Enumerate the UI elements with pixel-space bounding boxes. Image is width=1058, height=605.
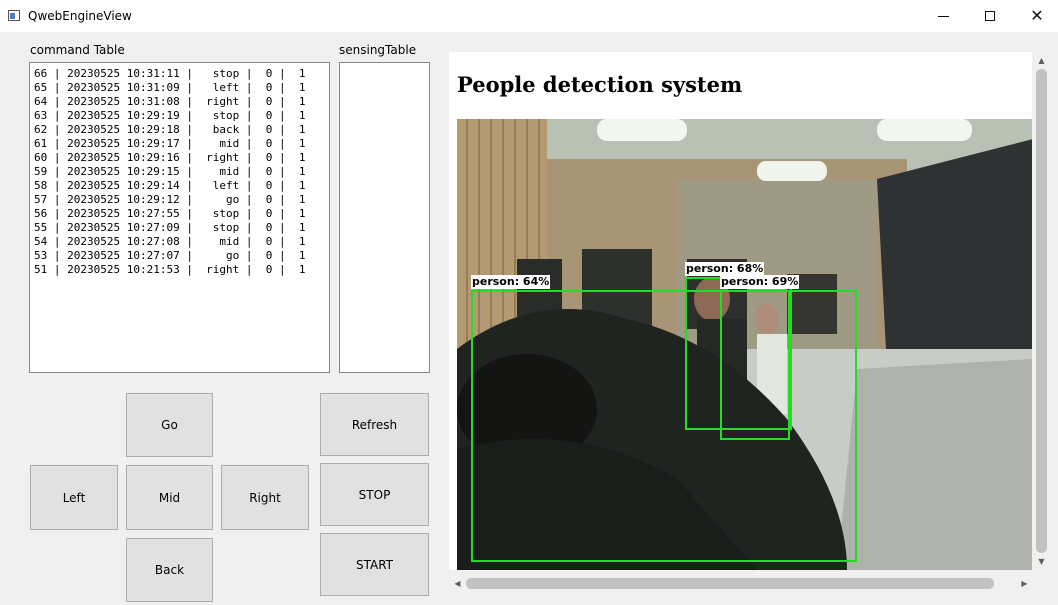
vertical-scroll-thumb[interactable] [1036,69,1047,553]
app-window-icon [8,10,20,21]
table-row[interactable]: 64 | 20230525 10:31:08 | right | 0 | 1 [34,95,329,109]
table-row[interactable]: 51 | 20230525 10:21:53 | right | 0 | 1 [34,263,329,277]
minimize-button[interactable] [920,0,966,32]
go-button[interactable]: Go [126,393,213,457]
maximize-icon [985,11,995,21]
detection-label: person: 64% [471,275,551,289]
scroll-left-icon[interactable]: ◀ [449,575,466,592]
table-row[interactable]: 63 | 20230525 10:29:19 | stop | 0 | 1 [34,109,329,123]
horizontal-scrollbar[interactable]: ◀ ▶ [449,575,1033,592]
title-bar: QwebEngineView ✕ [0,0,1058,32]
command-table-label: command Table [30,43,125,57]
web-view[interactable]: People detection system person: 64% pers… [449,52,1032,570]
table-row[interactable]: 53 | 20230525 10:27:07 | go | 0 | 1 [34,249,329,263]
mid-button[interactable]: Mid [126,465,213,530]
horizontal-scroll-thumb[interactable] [466,578,994,589]
minimize-icon [937,15,949,17]
scroll-right-icon[interactable]: ▶ [1016,575,1033,592]
table-row[interactable]: 66 | 20230525 10:31:11 | stop | 0 | 1 [34,67,329,81]
vertical-scrollbar[interactable]: ▲ ▼ [1033,52,1050,570]
close-icon: ✕ [1030,6,1044,25]
detection-box [720,290,790,440]
left-button[interactable]: Left [30,465,118,530]
page-title: People detection system [457,72,743,97]
command-table[interactable]: 66 | 20230525 10:31:11 | stop | 0 | 1 65… [29,62,330,373]
maximize-button[interactable] [967,0,1013,32]
scroll-down-icon[interactable]: ▼ [1033,553,1050,570]
table-row[interactable]: 62 | 20230525 10:29:18 | back | 0 | 1 [34,123,329,137]
start-button[interactable]: START [320,533,429,596]
right-button[interactable]: Right [221,465,309,530]
detection-label: person: 69% [720,275,800,289]
back-button[interactable]: Back [126,538,213,602]
sensing-table-label: sensingTable [339,43,417,57]
table-row[interactable]: 55 | 20230525 10:27:09 | stop | 0 | 1 [34,221,329,235]
camera-feed: person: 64% person: 68% person: 69% [457,119,1032,570]
sensing-table[interactable] [339,62,430,373]
table-row[interactable]: 54 | 20230525 10:27:08 | mid | 0 | 1 [34,235,329,249]
detection-label: person: 68% [685,262,765,276]
table-row[interactable]: 61 | 20230525 10:29:17 | mid | 0 | 1 [34,137,329,151]
close-button[interactable]: ✕ [1014,0,1058,32]
table-row[interactable]: 57 | 20230525 10:29:12 | go | 0 | 1 [34,193,329,207]
detection-box [471,290,857,562]
window-title: QwebEngineView [28,9,132,23]
table-row[interactable]: 60 | 20230525 10:29:16 | right | 0 | 1 [34,151,329,165]
table-row[interactable]: 56 | 20230525 10:27:55 | stop | 0 | 1 [34,207,329,221]
refresh-button[interactable]: Refresh [320,393,429,456]
table-row[interactable]: 65 | 20230525 10:31:09 | left | 0 | 1 [34,81,329,95]
stop-button[interactable]: STOP [320,463,429,526]
table-row[interactable]: 59 | 20230525 10:29:15 | mid | 0 | 1 [34,165,329,179]
scroll-up-icon[interactable]: ▲ [1033,52,1050,69]
table-row[interactable]: 58 | 20230525 10:29:14 | left | 0 | 1 [34,179,329,193]
